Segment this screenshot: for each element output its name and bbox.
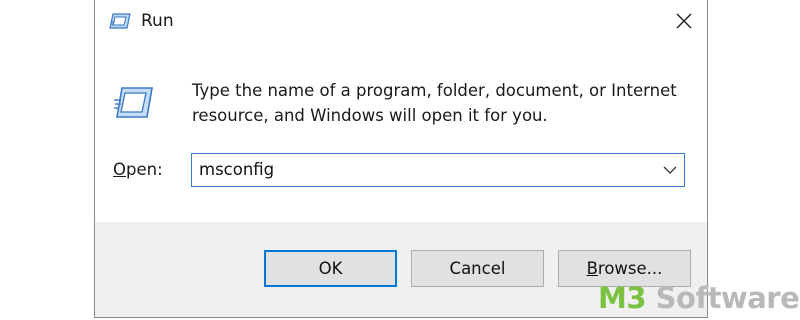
run-large-icon — [113, 86, 153, 120]
open-input[interactable] — [192, 154, 652, 186]
run-description: Type the name of a program, folder, docu… — [192, 81, 677, 125]
cancel-button[interactable]: Cancel — [411, 250, 544, 287]
m3-software-watermark: M3 Software — [598, 281, 800, 315]
close-button[interactable] — [661, 0, 707, 44]
run-dialog: Run Type the name of a program, folder, … — [94, 0, 708, 318]
run-app-icon — [109, 12, 131, 30]
watermark-brand-suffix: Software — [646, 281, 800, 315]
title-bar[interactable]: Run — [95, 0, 707, 44]
close-icon — [676, 13, 692, 29]
open-combobox[interactable] — [191, 153, 685, 187]
browse-accel: B — [586, 259, 598, 278]
chevron-down-icon — [663, 166, 677, 174]
open-label: Open: — [113, 160, 163, 179]
open-label-rest: pen: — [126, 160, 163, 179]
combo-dropdown-button[interactable] — [656, 154, 684, 186]
browse-rest: rowse... — [597, 259, 663, 278]
page: Run Type the name of a program, folder, … — [0, 0, 800, 320]
window-title: Run — [141, 11, 174, 31]
open-label-accel: O — [113, 160, 126, 179]
watermark-brand-prefix: M3 — [598, 281, 647, 315]
ok-button[interactable]: OK — [264, 250, 397, 287]
